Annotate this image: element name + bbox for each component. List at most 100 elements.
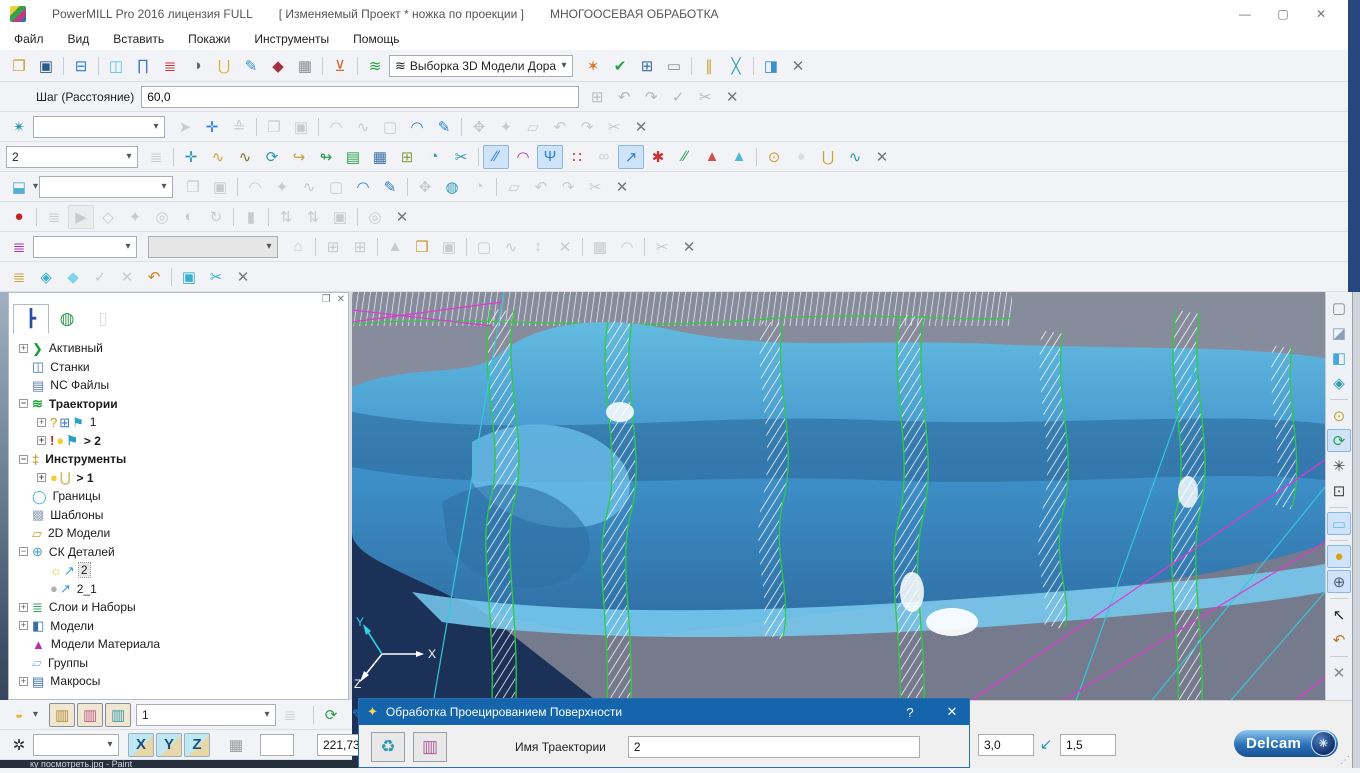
tool-db-color-button[interactable]: ▥	[77, 702, 104, 727]
pin-delete-button[interactable]: ✕	[552, 235, 578, 259]
dialog-cycle-button[interactable]: ♻	[371, 732, 405, 762]
menu-file[interactable]: Файл	[14, 32, 44, 46]
draw-links-toggle[interactable]: ∞	[591, 145, 617, 169]
view-iso-button[interactable]: ◈	[1327, 371, 1351, 394]
sep[interactable]	[312, 235, 319, 259]
draw-tool-toggle[interactable]: ▲	[699, 145, 725, 169]
tree-expander[interactable]: +	[19, 621, 28, 631]
grid-snap-button[interactable]: ▦	[223, 733, 249, 757]
swap-b-button[interactable]: ⇅	[300, 205, 326, 229]
boundary-new-button[interactable]: ⬓	[6, 175, 32, 199]
tree-item-workplanes[interactable]: − ⊕ СК Деталей	[11, 543, 346, 562]
erase-button[interactable]: ▱	[501, 175, 527, 199]
axis-x-button[interactable]: X	[128, 732, 154, 757]
active-tool-button[interactable]: ◒	[6, 703, 32, 727]
pattern-selector[interactable]: ▾	[33, 115, 165, 138]
refresh-view-button[interactable]: ⟳	[1327, 429, 1351, 452]
draw-passes-toggle[interactable]: ∕∕	[672, 145, 698, 169]
float-panel-icon[interactable]: ❐	[322, 294, 331, 305]
reject-button[interactable]: ✕	[114, 265, 140, 289]
sep[interactable]	[404, 175, 411, 199]
feeds-speeds-button[interactable]: ✶	[580, 54, 606, 78]
menu-view[interactable]: Вид	[68, 32, 90, 46]
transform-button[interactable]: ✥	[412, 175, 438, 199]
close-button[interactable]: ✕	[1302, 0, 1340, 27]
zoom-fit-button[interactable]: ✳	[1327, 454, 1351, 477]
wireframe-button[interactable]: ∿	[350, 115, 376, 139]
grid-button[interactable]: ▦	[587, 235, 613, 259]
arc-button[interactable]: ◠	[404, 115, 430, 139]
tool-stack-button[interactable]: ≣	[277, 703, 303, 727]
pin-button[interactable]: ↕	[525, 235, 551, 259]
tool-db-edit-button[interactable]: ▥	[49, 702, 76, 727]
transform-button[interactable]: ✥	[466, 115, 492, 139]
comb-button[interactable]: ∿	[498, 235, 524, 259]
sep[interactable]	[463, 235, 470, 259]
tree-item-active[interactable]: + ❯ Активный	[11, 339, 346, 358]
cube-button[interactable]: ▢	[471, 235, 497, 259]
step-input[interactable]	[141, 85, 580, 108]
tolerance-input[interactable]	[978, 734, 1034, 756]
close-panel-icon[interactable]: ✕	[337, 294, 345, 305]
curve-button[interactable]: ◠	[323, 115, 349, 139]
close-toolbar-button[interactable]: ✕	[389, 205, 415, 229]
gauge-button[interactable]: ▭	[661, 54, 687, 78]
undo-button[interactable]: ↶	[547, 115, 573, 139]
thickness-input[interactable]	[1060, 734, 1116, 756]
tree-item-tools[interactable]: − ‡ Инструменты	[11, 450, 346, 469]
tree-expander[interactable]	[19, 658, 28, 667]
time-button[interactable]: ◔	[466, 175, 492, 199]
sep[interactable]	[1329, 504, 1349, 510]
compare-blocks-button[interactable]: ◨	[758, 54, 784, 78]
sep[interactable]	[95, 54, 102, 78]
mirror-button[interactable]: ↪	[286, 145, 312, 169]
calc-step-button[interactable]: ⊞	[584, 85, 610, 109]
sep[interactable]	[60, 54, 67, 78]
cut-button[interactable]: ✂	[649, 235, 675, 259]
pick-cursor-button[interactable]: ↖	[1327, 603, 1351, 626]
cut-button[interactable]: ✂	[601, 115, 627, 139]
sep[interactable]	[1329, 595, 1349, 601]
undo-button[interactable]: ↶	[611, 85, 637, 109]
comb-button[interactable]: ≙	[226, 115, 252, 139]
sep[interactable]	[579, 235, 586, 259]
redo-button[interactable]: ↷	[574, 115, 600, 139]
tool-holder-button[interactable]: ⋃	[211, 54, 237, 78]
tool-refresh-button[interactable]: ⟳	[318, 703, 344, 727]
loop-button[interactable]: ↻	[203, 205, 229, 229]
pattern-button[interactable]: ◆	[265, 54, 291, 78]
sep[interactable]	[319, 54, 326, 78]
close-toolbar-button[interactable]: ✕	[1327, 661, 1351, 684]
sep[interactable]	[641, 235, 648, 259]
sep[interactable]	[33, 205, 40, 229]
sep[interactable]	[234, 175, 241, 199]
time-button[interactable]: ◔	[421, 145, 447, 169]
transform-run-button[interactable]: ↬	[313, 145, 339, 169]
show-block-button[interactable]: ▭	[1327, 512, 1351, 535]
pattern-new-button[interactable]: ✴	[6, 115, 32, 139]
ball-tool-button[interactable]: ◑	[184, 54, 210, 78]
offset-axial-button[interactable]: ∿	[232, 145, 258, 169]
tree-item-toolpath-1[interactable]: + ? ⊞ ⚑ 1	[11, 413, 346, 432]
tree-expander[interactable]: −	[19, 399, 28, 409]
tool-selector[interactable]: 1 ▾	[136, 703, 277, 726]
sep[interactable]	[475, 145, 482, 169]
viewport-3d[interactable]: X Y Z	[351, 291, 1326, 768]
erase-button[interactable]: ▱	[520, 115, 546, 139]
offset-button[interactable]: ∿	[205, 145, 231, 169]
sep[interactable]	[374, 235, 381, 259]
undo-button[interactable]: ↶	[528, 175, 554, 199]
move-toolpath-button[interactable]: ✛	[178, 145, 204, 169]
print-button[interactable]: ⊟	[68, 54, 94, 78]
sep[interactable]	[750, 54, 757, 78]
tab-recycle[interactable]: ▯	[85, 304, 121, 334]
open-project-button[interactable]: ❒	[6, 54, 32, 78]
stock-pyramid-button[interactable]: ▲	[382, 235, 408, 259]
tree-expander[interactable]: −	[19, 454, 28, 464]
stock-selector[interactable]: ▾	[33, 235, 137, 258]
calculator-button[interactable]: ⊞	[634, 54, 660, 78]
tree-item-toolpath-2[interactable]: + ! ● ⚑ > 2	[11, 432, 346, 451]
tree-item-machines[interactable]: ◫ Станки	[11, 358, 346, 377]
draw-points-toggle[interactable]: ∷	[564, 145, 590, 169]
leads-links-button[interactable]: ✎	[238, 54, 264, 78]
